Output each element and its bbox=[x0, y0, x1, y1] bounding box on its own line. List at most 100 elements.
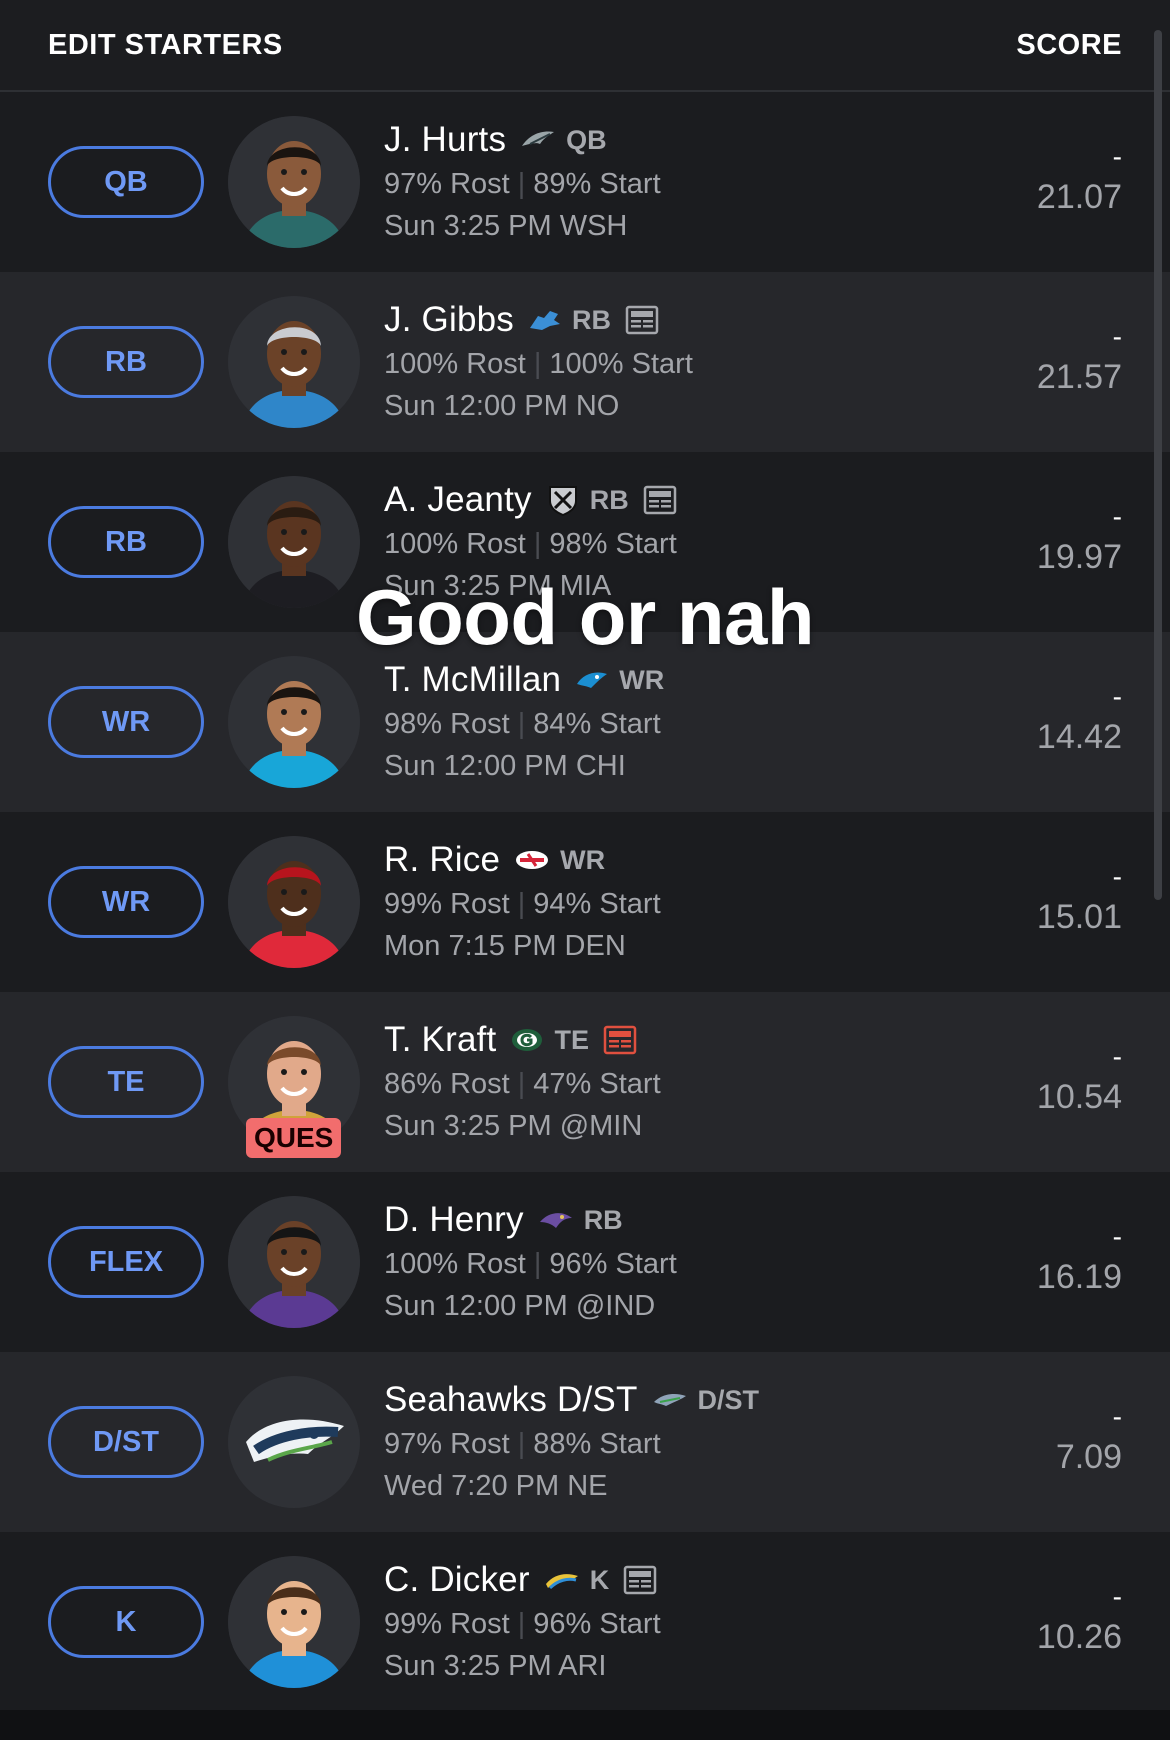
projected-score: 16.19 bbox=[1036, 1258, 1122, 1296]
news-icon[interactable] bbox=[603, 1025, 637, 1055]
scrollbar[interactable] bbox=[1154, 30, 1162, 900]
slot-label: FLEX bbox=[88, 1245, 164, 1278]
player-avatar[interactable] bbox=[228, 1196, 360, 1328]
score-cell: - 10.26 bbox=[1037, 1582, 1122, 1662]
player-info: D. Henry RB 100% Rost | 96% Start Sun 12:00 P… bbox=[384, 1197, 677, 1327]
projected-score: 10.54 bbox=[1036, 1078, 1122, 1116]
player-position: RB bbox=[583, 1204, 623, 1235]
rostered-pct: 97% Rost bbox=[384, 168, 510, 200]
lineup-slot-button[interactable]: D/ST bbox=[48, 1406, 204, 1478]
lineup-slot-button[interactable]: WR bbox=[48, 686, 204, 758]
player-row[interactable]: D/ST Seahawks D/ST D/ST 97% Rost | 88% Start W… bbox=[0, 1352, 1170, 1532]
chiefs-icon bbox=[514, 848, 550, 872]
game-info: Sun 3:25 PM WSH bbox=[384, 210, 628, 242]
actual-score: - bbox=[1112, 1041, 1122, 1072]
player-name[interactable]: A. Jeanty bbox=[384, 480, 532, 520]
player-row[interactable]: FLEX D. Henry RB 100% Rost | 96% Start Sun 12:… bbox=[0, 1172, 1170, 1352]
player-avatar[interactable] bbox=[228, 116, 360, 248]
player-avatar[interactable] bbox=[228, 1556, 360, 1688]
player-avatar[interactable] bbox=[228, 296, 360, 428]
lineup-slot-button[interactable]: WR bbox=[48, 866, 204, 938]
actual-score: - bbox=[1112, 1221, 1122, 1252]
projected-score: 21.57 bbox=[1036, 358, 1122, 396]
eagles-icon bbox=[520, 128, 556, 152]
projected-score: 15.01 bbox=[1036, 898, 1122, 936]
player-avatar[interactable]: QUES bbox=[228, 1016, 360, 1158]
ownership-stats: 97% Rost | 88% Start bbox=[384, 1428, 661, 1460]
player-name[interactable]: J. Hurts bbox=[384, 120, 506, 160]
slot-label: RB bbox=[105, 345, 147, 378]
seahawks-icon bbox=[652, 1390, 688, 1410]
slot-label: WR bbox=[101, 705, 151, 738]
rostered-pct: 98% Rost bbox=[384, 708, 510, 740]
player-info: C. Dicker K 99% Rost | 96% Start Sun 3:25 PM … bbox=[384, 1557, 661, 1687]
score-cell: - 7.09 bbox=[1056, 1402, 1122, 1482]
player-info: T. Kraft TE 86% Rost | 47% Start Sun 3:25 PM … bbox=[384, 1017, 661, 1147]
player-name[interactable]: T. McMillan bbox=[384, 660, 561, 700]
slot-label: D/ST bbox=[92, 1425, 160, 1458]
actual-score: - bbox=[1112, 1401, 1122, 1432]
game-info: Mon 7:15 PM DEN bbox=[384, 930, 626, 962]
news-icon[interactable] bbox=[623, 1565, 657, 1595]
player-name[interactable]: C. Dicker bbox=[384, 1560, 530, 1600]
ownership-stats: 99% Rost | 94% Start bbox=[384, 888, 661, 920]
lineup-slot-button[interactable]: QB bbox=[48, 146, 204, 218]
actual-score: - bbox=[1112, 681, 1122, 712]
news-icon[interactable] bbox=[625, 305, 659, 335]
lineup-slot-button[interactable]: FLEX bbox=[48, 1226, 204, 1298]
news-icon[interactable] bbox=[643, 485, 677, 515]
lineup-slot-button[interactable]: RB bbox=[48, 506, 204, 578]
actual-score: - bbox=[1112, 141, 1122, 172]
projected-score: 7.09 bbox=[1055, 1438, 1122, 1476]
rostered-pct: 99% Rost bbox=[384, 1608, 510, 1640]
player-name[interactable]: Seahawks D/ST bbox=[384, 1380, 638, 1420]
ownership-stats: 100% Rost | 96% Start bbox=[384, 1248, 677, 1280]
started-pct: 96% Start bbox=[533, 1608, 661, 1640]
player-name[interactable]: R. Rice bbox=[384, 840, 500, 880]
started-pct: 98% Start bbox=[549, 528, 677, 560]
player-avatar[interactable] bbox=[228, 1376, 360, 1508]
actual-score: - bbox=[1112, 321, 1122, 352]
player-row[interactable]: K C. Dicker K 99% Rost | 96% Start Sun 3:25 PM… bbox=[0, 1532, 1170, 1712]
game-info: Sun 12:00 PM CHI bbox=[384, 750, 626, 782]
caption-overlay: Good or nah bbox=[355, 573, 815, 661]
player-row[interactable]: TE QUES T. Kraft TE 86% Rost | 47% Start Sun 3:… bbox=[0, 992, 1170, 1172]
player-row[interactable]: QB J. Hurts QB 97% Rost | 89% Start Sun 3:25 P… bbox=[0, 92, 1170, 272]
panthers-icon bbox=[575, 668, 609, 692]
slot-label: QB bbox=[104, 165, 148, 198]
score-cell: - 21.07 bbox=[1037, 142, 1122, 222]
starters-list: QB J. Hurts QB 97% Rost | 89% Start Sun 3:25 P… bbox=[0, 92, 1170, 1712]
player-position: TE bbox=[554, 1024, 589, 1055]
started-pct: 96% Start bbox=[549, 1248, 677, 1280]
raiders-icon bbox=[546, 483, 580, 517]
ownership-stats: 100% Rost | 98% Start bbox=[384, 528, 677, 560]
player-info: J. Gibbs RB 100% Rost | 100% Start Sun 12:00 … bbox=[384, 297, 693, 427]
game-info: Sun 3:25 PM @MIN bbox=[384, 1110, 643, 1142]
slot-label: TE bbox=[107, 1065, 145, 1098]
game-info: Sun 12:00 PM NO bbox=[384, 390, 620, 422]
rostered-pct: 86% Rost bbox=[384, 1068, 510, 1100]
player-row[interactable]: RB J. Gibbs RB 100% Rost | 100% Start Sun 12:0… bbox=[0, 272, 1170, 452]
started-pct: 100% Start bbox=[549, 348, 693, 380]
player-name[interactable]: D. Henry bbox=[384, 1200, 524, 1240]
player-name[interactable]: J. Gibbs bbox=[384, 300, 514, 340]
slot-label: RB bbox=[105, 525, 147, 558]
starters-header: EDIT STARTERS SCORE bbox=[0, 0, 1170, 92]
footer-strip bbox=[0, 1710, 1170, 1740]
player-name[interactable]: T. Kraft bbox=[384, 1020, 496, 1060]
player-avatar[interactable] bbox=[228, 836, 360, 968]
lineup-slot-button[interactable]: RB bbox=[48, 326, 204, 398]
player-info: J. Hurts QB 97% Rost | 89% Start Sun 3:25 PM … bbox=[384, 117, 661, 247]
lineup-slot-button[interactable]: TE bbox=[48, 1046, 204, 1118]
player-row[interactable]: WR R. Rice WR 99% Rost | 94% Start Mon 7:15 PM… bbox=[0, 812, 1170, 992]
ownership-stats: 97% Rost | 89% Start bbox=[384, 168, 661, 200]
ownership-stats: 86% Rost | 47% Start bbox=[384, 1068, 661, 1100]
lineup-slot-button[interactable]: K bbox=[48, 1586, 204, 1658]
started-pct: 47% Start bbox=[533, 1068, 661, 1100]
player-avatar[interactable] bbox=[228, 656, 360, 788]
score-cell: - 14.42 bbox=[1037, 682, 1122, 762]
score-cell: - 16.19 bbox=[1037, 1222, 1122, 1302]
rostered-pct: 100% Rost bbox=[384, 528, 526, 560]
player-position: RB bbox=[589, 484, 629, 515]
rostered-pct: 100% Rost bbox=[384, 348, 526, 380]
